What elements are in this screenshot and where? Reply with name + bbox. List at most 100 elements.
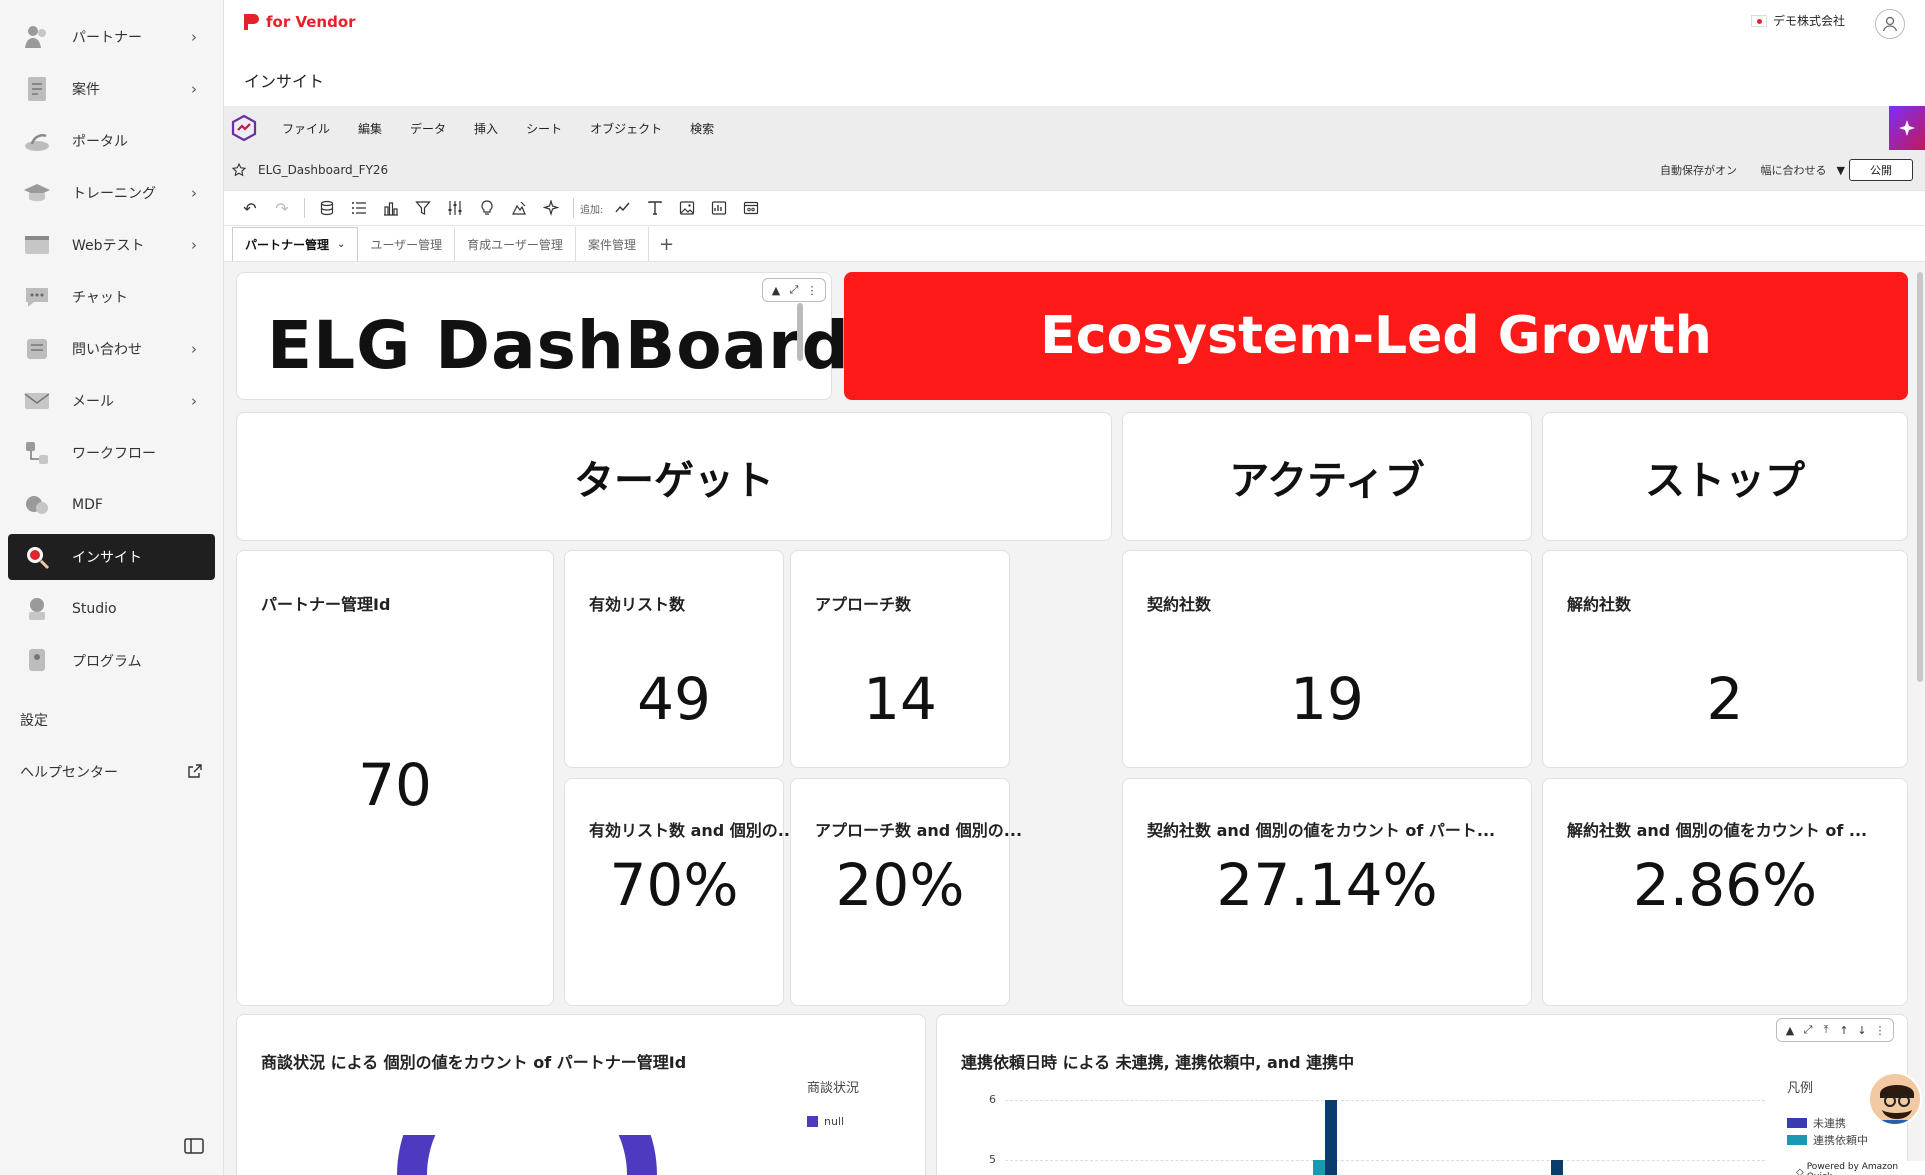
kpi-percent-card[interactable]: アプローチ数 and 個別の... 20% xyxy=(790,778,1022,1006)
expand-icon[interactable]: ⤢ xyxy=(1799,1023,1817,1037)
kpi-percent-card[interactable]: 解約社数 and 個別の値をカウント of ... 2.86% xyxy=(1542,778,1908,1006)
sidebar-item-mail[interactable]: メール › xyxy=(8,378,215,424)
menu-item[interactable]: 挿入 xyxy=(474,120,498,137)
menu-item[interactable]: ファイル xyxy=(282,120,330,137)
title-card[interactable]: ELG DashBoard xyxy=(236,272,849,400)
menu-item[interactable]: シート xyxy=(526,120,562,137)
bar[interactable] xyxy=(1313,1160,1325,1175)
pie-chart-card[interactable]: 商談状況 による 個別の値をカウント of パートナー管理Id 商談状況 nul… xyxy=(236,1014,926,1175)
sidebar-item-webtest[interactable]: Webテスト › xyxy=(8,222,215,268)
menu-item[interactable]: オブジェクト xyxy=(590,120,662,137)
assistant-face-icon xyxy=(1878,1085,1916,1124)
scrollbar-thumb[interactable] xyxy=(797,303,803,361)
kpi-title: アプローチ数 xyxy=(815,595,912,614)
more-options-icon[interactable]: ⋮ xyxy=(1871,1024,1889,1037)
add-sheet-button[interactable]: + xyxy=(649,227,684,261)
sheet-tab[interactable]: 案件管理 xyxy=(576,227,649,261)
add-text-icon[interactable] xyxy=(644,197,666,219)
format-visual-icon[interactable]: ▲ xyxy=(767,284,785,297)
kpi-card[interactable]: 有効リスト数 49 xyxy=(564,550,784,768)
kpi-partner-id[interactable]: パートナー管理Id 70 xyxy=(236,550,554,1006)
insights-bulb-icon[interactable] xyxy=(476,197,498,219)
zoom-fit-dropdown[interactable]: 幅に合わせる ▼ xyxy=(1761,162,1845,178)
quicksight-logo-icon[interactable] xyxy=(230,114,258,142)
kpi-percent-card[interactable]: 有効リスト数 and 個別の... 70% xyxy=(564,778,796,1006)
sidebar-item-studio[interactable]: Studio xyxy=(8,586,215,632)
kpi-card[interactable]: 解約社数 2 xyxy=(1542,550,1908,768)
sheet-tab[interactable]: 育成ユーザー管理 xyxy=(455,227,576,261)
sheet-tab[interactable]: パートナー管理 ⌄ xyxy=(232,227,359,261)
assistant-avatar[interactable] xyxy=(1868,1072,1922,1126)
kpi-card[interactable]: アプローチ数 14 xyxy=(790,550,1010,768)
sheet-tab[interactable]: ユーザー管理 xyxy=(358,227,456,261)
dataset-icon[interactable] xyxy=(316,197,338,219)
kpi-percent-card[interactable]: 契約社数 and 個別の値をカウント of パート... 27.14% xyxy=(1122,778,1532,1006)
help-center-link[interactable]: ヘルプセンター xyxy=(20,762,202,782)
sidebar-item-program[interactable]: プログラム xyxy=(8,638,215,684)
visuals-icon[interactable] xyxy=(380,197,402,219)
chevron-right-icon: › xyxy=(191,80,197,98)
settings-link[interactable]: 設定 xyxy=(20,710,48,730)
field-list-icon[interactable] xyxy=(348,197,370,219)
publish-button[interactable]: 公開 xyxy=(1849,159,1913,181)
format-visual-icon[interactable]: ▲ xyxy=(1781,1024,1799,1037)
filter-icon[interactable] xyxy=(412,197,434,219)
add-line-chart-icon[interactable] xyxy=(612,197,634,219)
menu-item[interactable]: 検索 xyxy=(690,120,714,137)
sidebar-item-chat[interactable]: チャット xyxy=(8,274,215,320)
move-top-icon[interactable]: ⤒ xyxy=(1817,1023,1835,1037)
move-down-icon[interactable]: ↓ xyxy=(1853,1024,1871,1037)
menu-item[interactable]: 編集 xyxy=(358,120,382,137)
bar[interactable] xyxy=(1325,1100,1337,1175)
bar-legend-item[interactable]: 連携依頼中 xyxy=(1787,1135,1868,1145)
expand-icon[interactable]: ⤢ xyxy=(785,283,803,297)
mail-icon xyxy=(22,386,52,416)
user-avatar[interactable] xyxy=(1875,9,1905,39)
sidebar-item-portal[interactable]: ポータル xyxy=(8,118,215,164)
add-image-icon[interactable] xyxy=(676,197,698,219)
grid-line xyxy=(1005,1100,1765,1101)
kpi-card[interactable]: 契約社数 19 xyxy=(1122,550,1532,768)
canvas-scrollbar[interactable] xyxy=(1917,272,1923,682)
add-embed-icon[interactable] xyxy=(740,197,762,219)
kpi-title: 解約社数 xyxy=(1567,595,1632,614)
company-switcher[interactable]: デモ株式会社 xyxy=(1750,12,1845,29)
pie-chart[interactable] xyxy=(397,1135,657,1175)
sidebar-item-insight[interactable]: インサイト xyxy=(8,534,215,580)
sidebar-item-label: Webテスト xyxy=(72,238,145,254)
kpi-value: 49 xyxy=(637,665,711,733)
toolbar-divider xyxy=(304,198,305,218)
ai-assistant-button[interactable] xyxy=(1889,106,1925,150)
bar-legend-title: 凡例 xyxy=(1787,1081,1814,1096)
themes-icon[interactable] xyxy=(508,197,530,219)
more-options-icon[interactable]: ⋮ xyxy=(803,284,821,297)
pie-slice[interactable] xyxy=(397,1135,657,1175)
section-target[interactable]: ターゲット xyxy=(236,412,1112,541)
brand-logo[interactable]: for Vendor xyxy=(242,12,356,32)
sidebar-item-partner[interactable]: パートナー › xyxy=(8,14,215,60)
bar-chart-card[interactable]: 連携依頼日時 による 未連携, 連携依頼中, and 連携中 凡例 未連携 連携… xyxy=(936,1014,1908,1175)
sidebar-collapse-icon[interactable] xyxy=(184,1138,204,1154)
bar[interactable] xyxy=(1551,1160,1563,1175)
redo-icon[interactable]: ↷ xyxy=(271,197,293,219)
add-insight-icon[interactable] xyxy=(708,197,730,219)
pie-legend-item[interactable]: null xyxy=(807,1115,844,1128)
undo-icon[interactable]: ↶ xyxy=(239,197,261,219)
sparkle-tool-icon[interactable] xyxy=(540,197,562,219)
section-active[interactable]: アクティブ xyxy=(1122,412,1532,541)
autosave-status[interactable]: 自動保存がオン xyxy=(1660,162,1737,178)
move-up-icon[interactable]: ↑ xyxy=(1835,1024,1853,1037)
bar-legend-item[interactable]: 未連携 xyxy=(1787,1115,1846,1131)
chevron-right-icon: › xyxy=(191,340,197,358)
section-stop[interactable]: ストップ xyxy=(1542,412,1908,541)
document-name[interactable]: ELG_Dashboard_FY26 xyxy=(258,163,388,177)
menu-item[interactable]: データ xyxy=(410,120,446,137)
parameters-icon[interactable] xyxy=(444,197,466,219)
sidebar-item-workflow[interactable]: ワークフロー xyxy=(8,430,215,476)
sidebar-item-deal[interactable]: 案件 › xyxy=(8,66,215,112)
sidebar-item-training[interactable]: トレーニング › xyxy=(8,170,215,216)
favorite-star-icon[interactable] xyxy=(232,163,246,177)
ecosystem-banner[interactable]: Ecosystem-Led Growth xyxy=(844,272,1908,400)
sidebar-item-inquiry[interactable]: 問い合わせ › xyxy=(8,326,215,372)
sidebar-item-mdf[interactable]: MDF xyxy=(8,482,215,528)
